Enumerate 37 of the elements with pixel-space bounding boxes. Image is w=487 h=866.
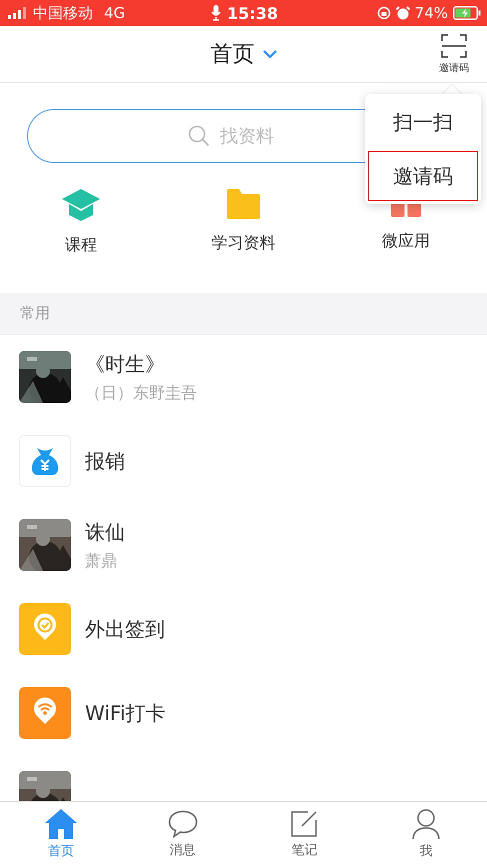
clock-time: 15:38 [227,4,278,22]
shortcut-button[interactable]: 课程 [0,189,162,256]
search-icon [188,125,210,147]
money-bag-icon [19,435,71,487]
carrier-name: 中国移动 [33,4,93,22]
section-title: 常用 [20,304,50,323]
rotation-lock-icon [376,6,391,20]
battery-icon [453,6,481,20]
alarm-icon [396,6,410,20]
speech-bubble-icon [168,810,198,838]
signal-icon [8,7,28,19]
location-check-icon [19,603,71,655]
edit-note-icon [290,810,318,838]
item-title[interactable]: 报销 [85,448,125,474]
person-icon [412,808,440,838]
graduation-cap-icon [62,189,100,221]
page-title: 首页 [210,41,254,69]
home-icon [44,808,77,838]
battery-percent: 74% [414,4,448,22]
scan-button[interactable]: 邀请码 [439,34,469,74]
menu-item[interactable]: 邀请码 [368,151,478,201]
shortcut-button[interactable]: 学习资料 [162,189,325,254]
tab[interactable]: 消息 [122,802,244,866]
network-type: 4G [104,4,126,22]
item-title[interactable]: 外出签到 [85,616,165,642]
chevron-down-icon[interactable] [262,50,276,58]
tab[interactable]: 笔记 [244,802,366,866]
tab[interactable]: 我 [365,802,487,866]
item-title[interactable]: 《时生》 [85,350,197,378]
search-input[interactable]: 找资料 [218,124,302,148]
item-title[interactable]: 诛仙 [85,518,125,546]
item-subtitle: 萧鼎 [85,550,118,572]
microphone-icon [211,5,222,21]
item-title[interactable]: WiFi打卡 [85,700,166,726]
location-wifi-icon [19,687,71,739]
folder-icon [226,189,260,219]
item-subtitle: （日）东野圭吾 [85,382,197,404]
